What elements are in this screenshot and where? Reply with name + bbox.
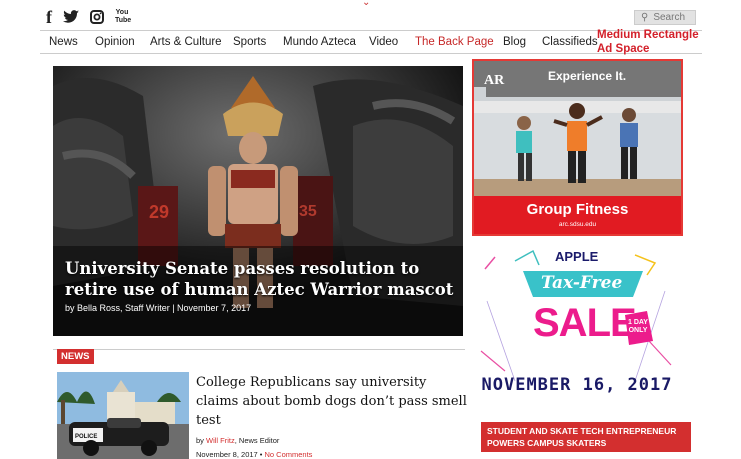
youtube-icon[interactable]: You Tube	[115, 9, 131, 25]
nav-item-video[interactable]: Video	[369, 36, 398, 48]
section-divider	[53, 349, 465, 350]
group-fitness-ad[interactable]: AR Experience It. Group Fitness arc.sdsu…	[472, 59, 683, 236]
search-icon: ⚲	[641, 12, 649, 23]
story-thumbnail-image: POLICE	[57, 372, 189, 459]
story-headline[interactable]: College Republicans say university claim…	[196, 373, 471, 430]
byline-prefix: by	[196, 436, 207, 445]
hero-feature[interactable]: 29 35 University Senate passes resolutio…	[53, 66, 463, 336]
story-byline: by Will Fritz, News Editor	[196, 436, 279, 445]
promo-headline[interactable]: STUDENT AND SKATE TECH ENTREPRENEUR POWE…	[481, 422, 691, 452]
tax-free-sale-ad[interactable]: APPLE Tax-Free SALE 1 DAY ONLY NOVEMBER …	[475, 241, 679, 413]
nav-item-sports[interactable]: Sports	[233, 36, 266, 48]
social-links: f You Tube	[46, 8, 131, 26]
instagram-icon[interactable]	[90, 10, 104, 24]
tax-free-text: Tax-Free	[541, 273, 623, 293]
ad-space-label: Medium Rectangle Ad Space	[597, 29, 699, 55]
ad-headline: Experience It.	[548, 69, 627, 83]
nav-item-classifieds[interactable]: Classifieds	[542, 36, 598, 48]
hero-headline[interactable]: University Senate passes resolution to r…	[65, 258, 460, 300]
hero-byline: by Bella Ross, Staff Writer | November 7…	[65, 303, 252, 313]
comments-link[interactable]: No Comments	[265, 450, 313, 459]
author-role: , News Editor	[234, 436, 280, 445]
arc-logo: AR	[484, 73, 505, 88]
section-tag-news[interactable]: NEWS	[57, 349, 94, 364]
chevron-down-icon[interactable]: ⌄	[362, 0, 370, 8]
sale-date: NOVEMBER 16, 2017	[481, 375, 673, 395]
apple-brand: APPLE	[555, 249, 599, 264]
svg-text:35: 35	[299, 203, 317, 220]
nav-item-arts-culture[interactable]: Arts & Culture	[150, 36, 222, 48]
nav-item-news[interactable]: News	[49, 36, 78, 48]
nav-item-opinion[interactable]: Opinion	[95, 36, 135, 48]
facebook-icon[interactable]: f	[46, 8, 52, 26]
svg-text:POLICE: POLICE	[75, 434, 97, 440]
ad-title: Group Fitness	[526, 201, 629, 218]
ad-url: arc.sdsu.edu	[558, 221, 597, 228]
sale-text: SALE	[533, 301, 637, 345]
twitter-icon[interactable]	[63, 10, 79, 24]
search-input[interactable]: ⚲ Search	[634, 10, 696, 25]
svg-text:29: 29	[149, 202, 169, 222]
nav-item-blog[interactable]: Blog	[503, 36, 526, 48]
author-link[interactable]: Will Fritz	[206, 436, 235, 445]
story-meta: November 8, 2017 • No Comments	[196, 450, 312, 459]
one-day-only-badge: 1 DAY ONLY	[628, 319, 648, 334]
nav-item-mundo-azteca[interactable]: Mundo Azteca	[283, 36, 356, 48]
search-placeholder: Search	[653, 12, 686, 23]
story-thumbnail[interactable]: POLICE	[57, 372, 189, 459]
nav-item-the-back-page[interactable]: The Back Page	[415, 36, 494, 48]
meta-separator: •	[257, 450, 265, 459]
story-date: November 8, 2017	[196, 450, 258, 459]
top-bar: f You Tube ⌄ ⚲ Search	[0, 0, 741, 30]
